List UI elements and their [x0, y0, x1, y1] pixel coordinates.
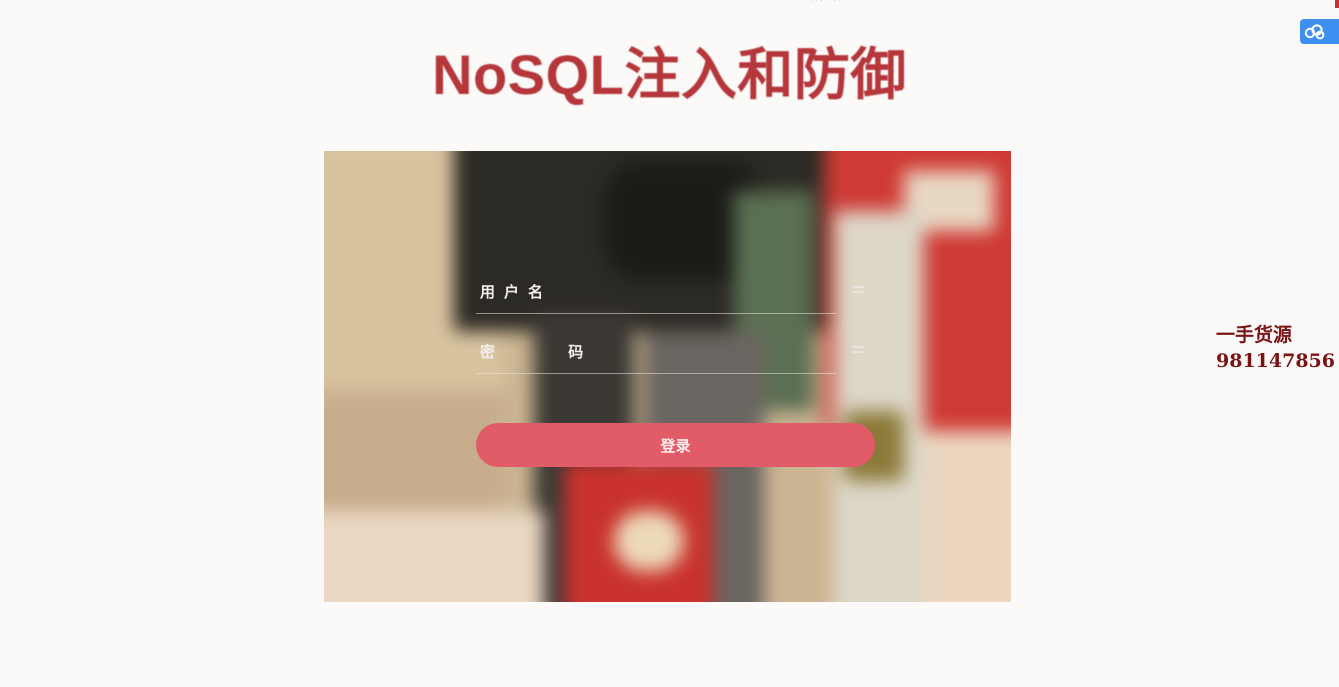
login-form: 用户名 密 码 登录: [324, 151, 1011, 602]
watermark: 一手货源 981147856: [1216, 322, 1335, 374]
login-button[interactable]: 登录: [476, 423, 875, 467]
corner-mark: [1335, 0, 1339, 8]
login-card: 用户名 密 码 登录: [324, 151, 1011, 602]
menu-lines-icon: [852, 286, 864, 296]
page-title: NoSQL注入和防御: [432, 43, 907, 106]
password-underline: [476, 373, 836, 374]
watermark-line-2: 981147856: [1216, 350, 1335, 372]
username-label: 用户名: [480, 283, 553, 301]
username-field[interactable]: 用户名: [476, 272, 864, 314]
username-underline: [476, 313, 836, 314]
watermark-line-1: 一手货源: [1216, 324, 1293, 346]
password-label: 密 码: [480, 343, 618, 361]
password-field[interactable]: 密 码: [476, 332, 864, 374]
menu-lines-icon: [852, 346, 864, 356]
page: ··· ··· NoSQL注入和防御 用户名 密 码 登录 一手货源 98114…: [0, 0, 1339, 687]
top-faint-text: ··· ···: [810, 0, 843, 6]
